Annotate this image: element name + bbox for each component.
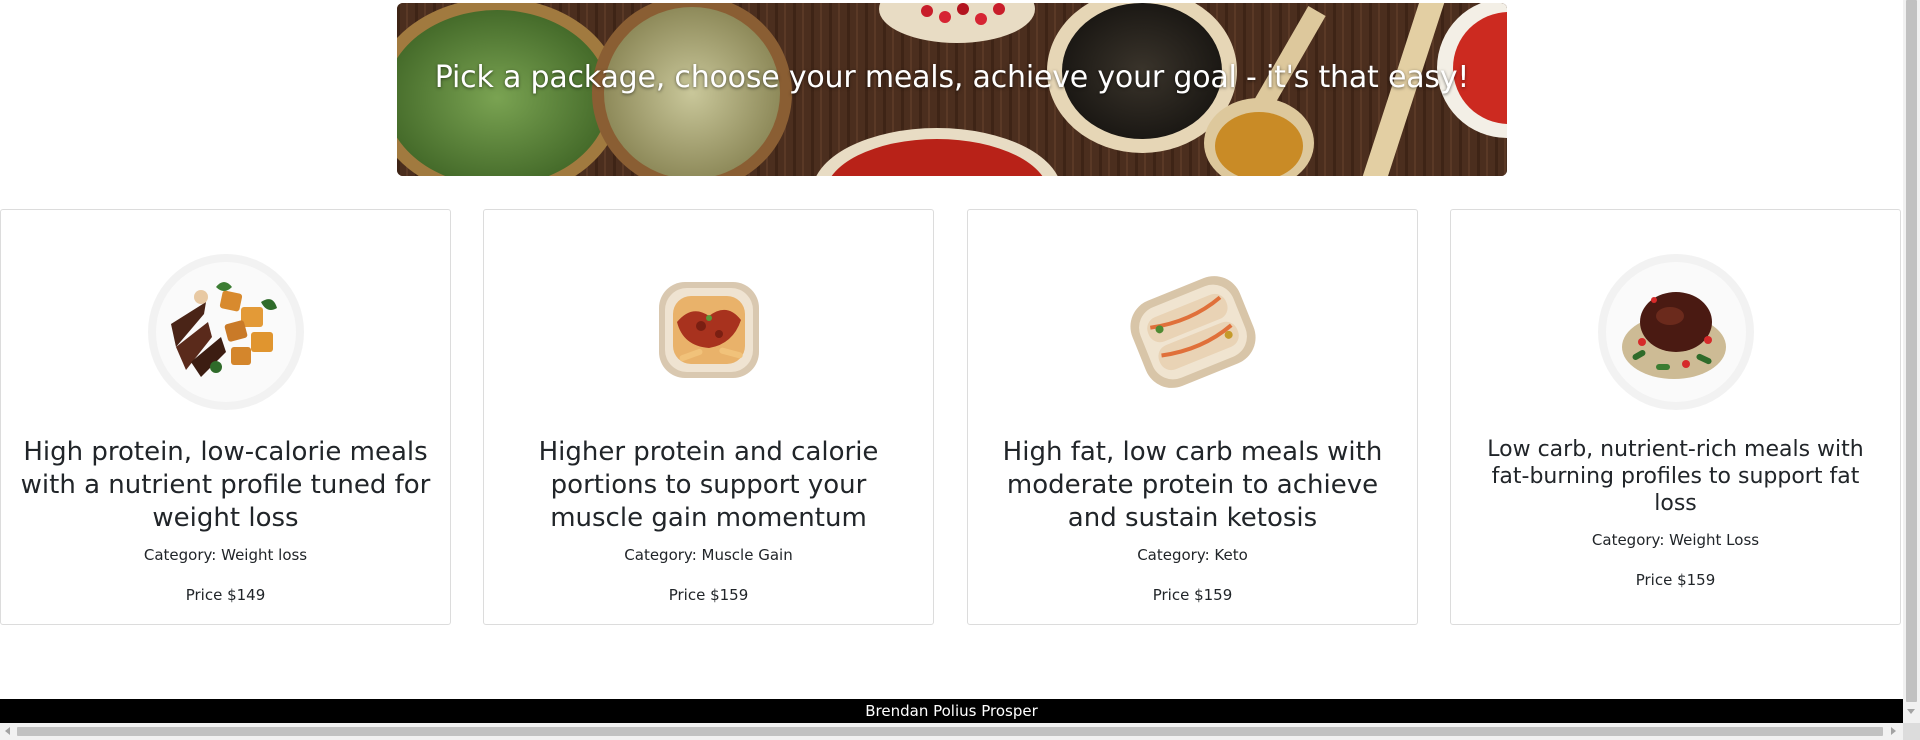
footer: Brendan Polius Prosper [0, 699, 1903, 723]
package-title: Low carb, nutrient-rich meals with fat-b… [1487, 437, 1864, 516]
wrap-container-icon [1130, 276, 1256, 388]
pasta-container-icon [659, 282, 759, 378]
package-price: Price $159 [1635, 571, 1716, 589]
hero-tagline: Pick a package, choose your meals, achie… [434, 60, 1470, 95]
package-category: Category: Weight Loss [1591, 531, 1760, 549]
footer-text: Brendan Polius Prosper [865, 702, 1038, 720]
vertical-scrollbar[interactable] [1903, 0, 1920, 723]
vertical-scrollbar-thumb[interactable] [1906, 0, 1917, 702]
package-card-keto[interactable]: High fat, low carb meals with moderate p… [967, 209, 1418, 625]
glazed-chicken-plate-icon [1598, 254, 1754, 410]
package-title: High protein, low-calorie meals with a n… [20, 437, 431, 533]
horizontal-scrollbar[interactable] [0, 723, 1903, 740]
package-category: Category: Weight loss [143, 546, 308, 564]
package-price: Price $149 [185, 586, 266, 604]
hero-banner: Pick a package, choose your meals, achie… [397, 3, 1507, 176]
package-price: Price $159 [1152, 586, 1233, 604]
scroll-down-arrow-icon[interactable] [1907, 709, 1915, 714]
package-title: High fat, low carb meals with moderate p… [1002, 437, 1383, 533]
scroll-right-arrow-icon[interactable] [1891, 727, 1896, 735]
stir-fry-plate-icon [148, 254, 304, 410]
package-title: Higher protein and calorie portions to s… [538, 437, 879, 533]
horizontal-scrollbar-thumb[interactable] [17, 727, 1883, 736]
scroll-left-arrow-icon[interactable] [5, 727, 10, 735]
scrollbar-corner [1903, 723, 1920, 740]
package-card-weight-loss[interactable]: High protein, low-calorie meals with a n… [0, 209, 451, 625]
page: Pick a package, choose your meals, achie… [0, 0, 1903, 723]
package-category: Category: Keto [1137, 546, 1248, 564]
package-price: Price $159 [668, 586, 749, 604]
package-card-muscle-gain[interactable]: Higher protein and calorie portions to s… [483, 209, 934, 625]
package-card-fat-loss[interactable]: Low carb, nutrient-rich meals with fat-b… [1450, 209, 1901, 625]
package-category: Category: Muscle Gain [624, 546, 793, 564]
